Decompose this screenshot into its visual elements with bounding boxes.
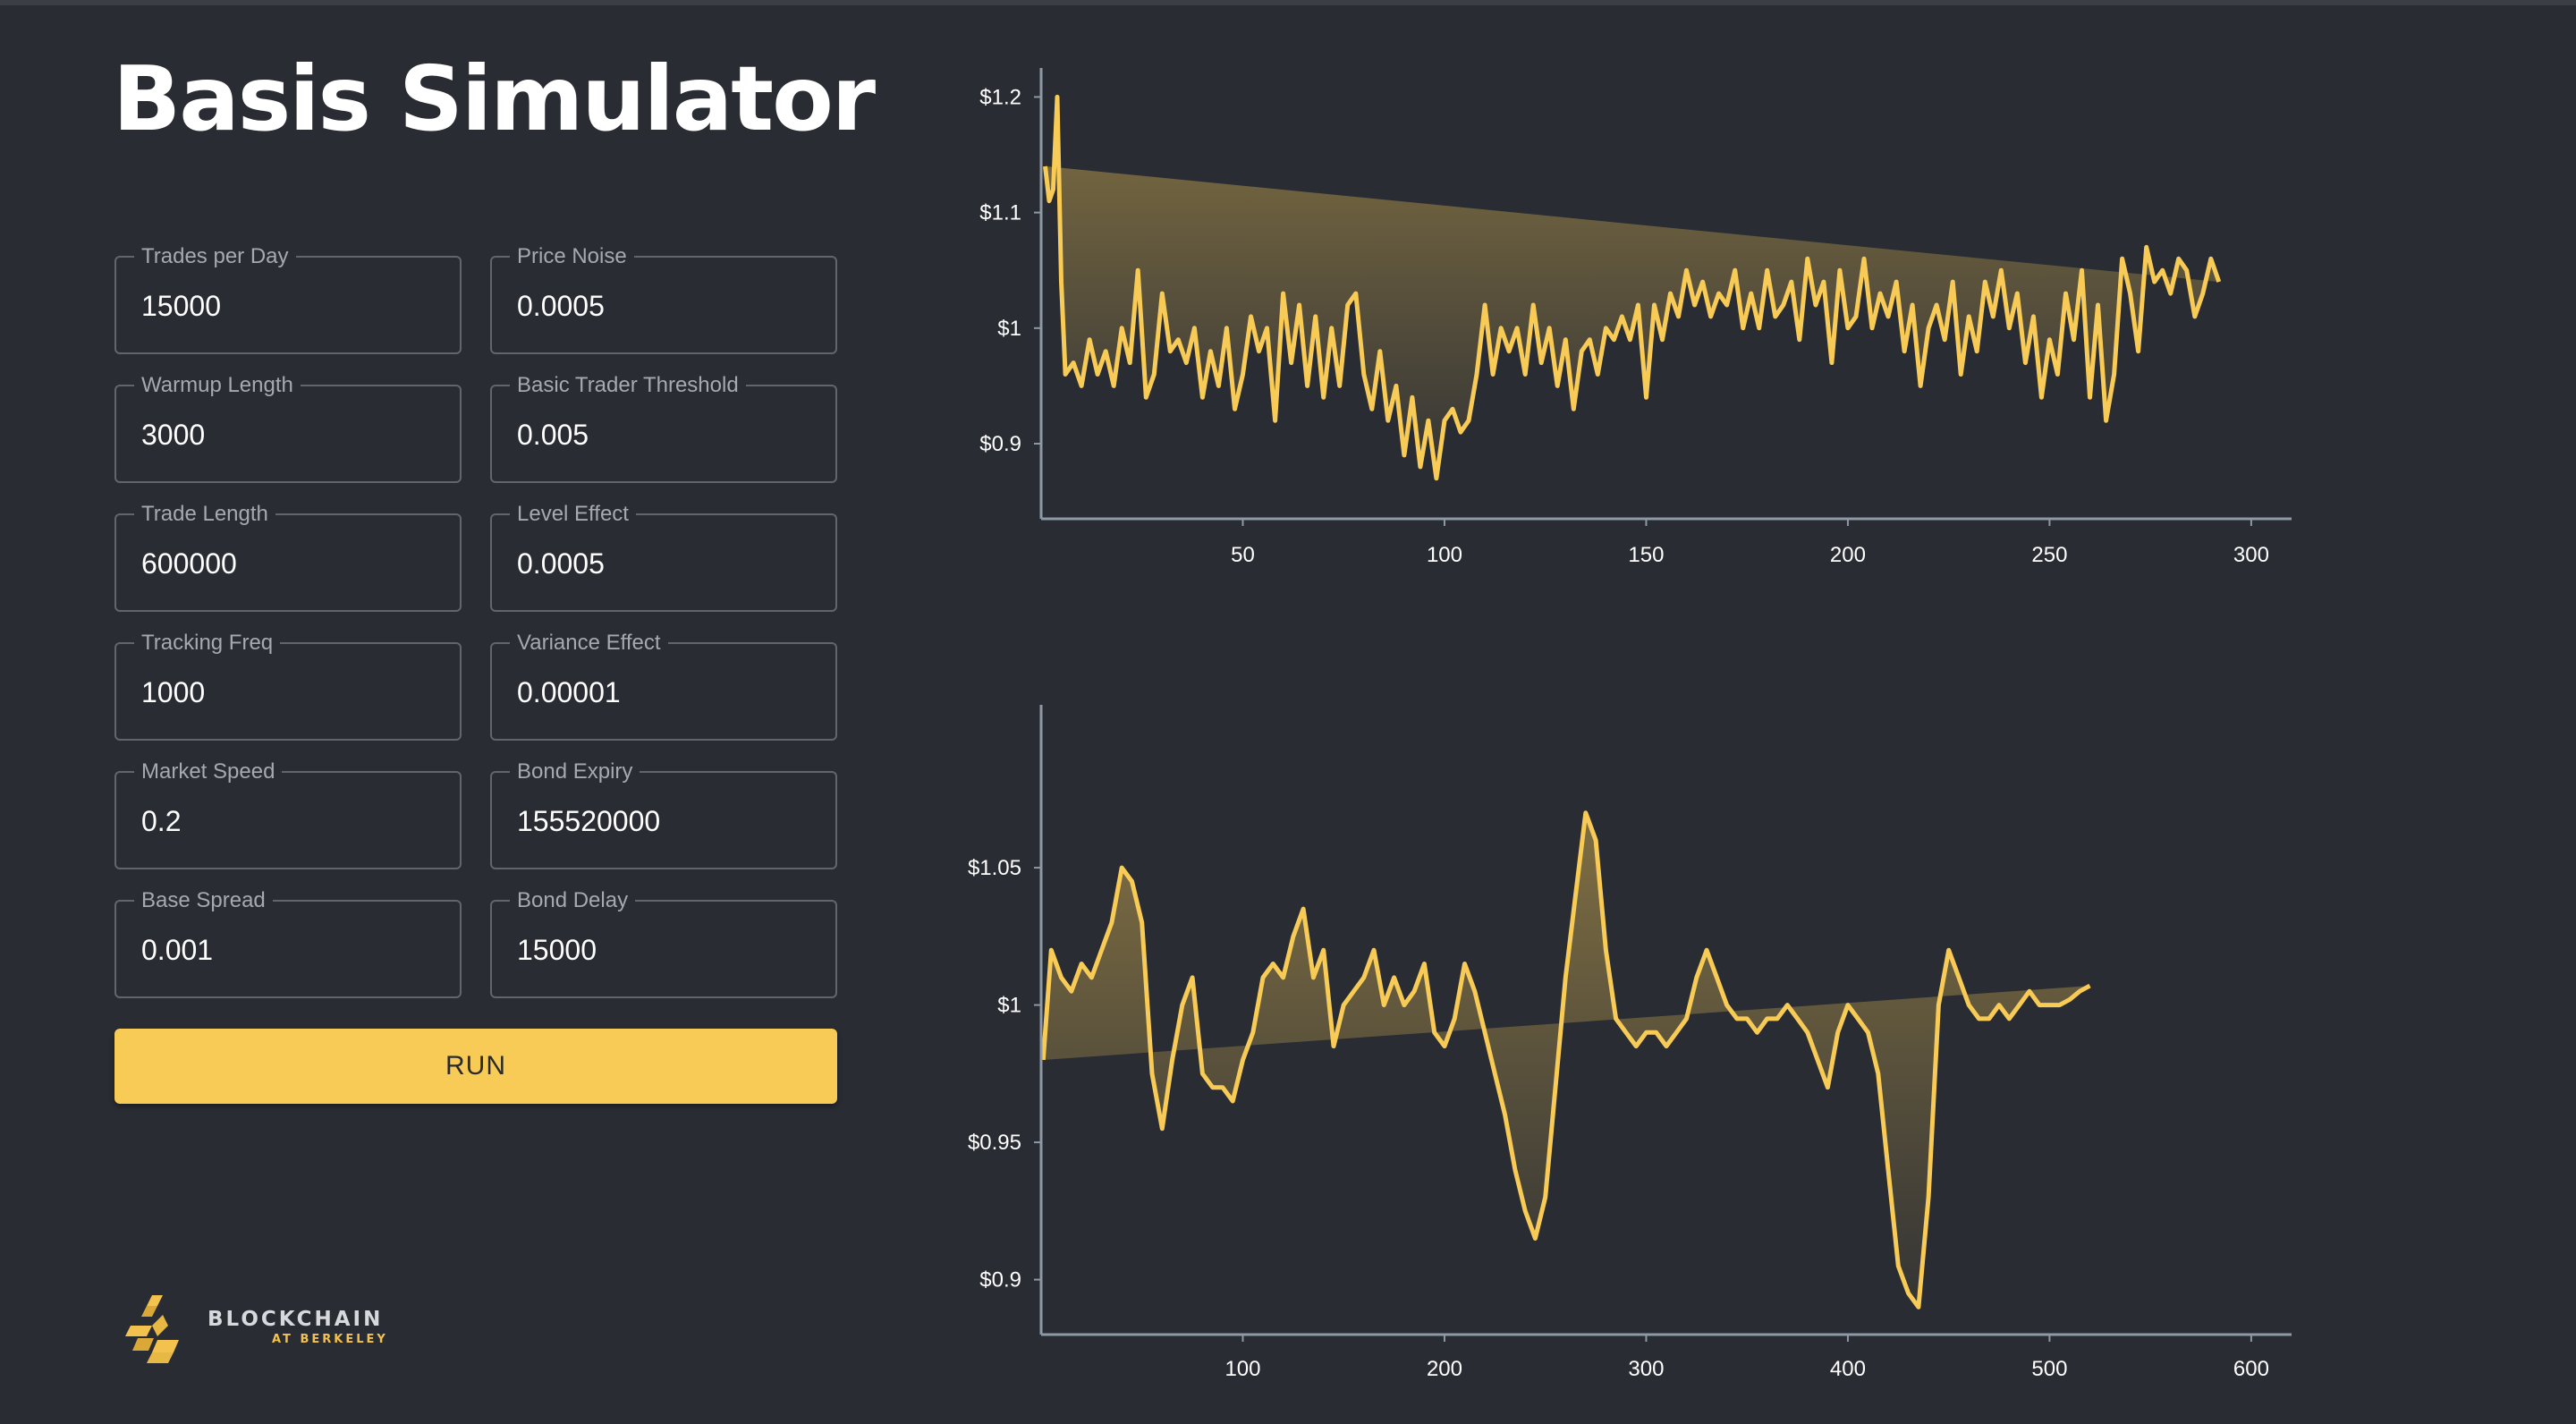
blockchain-at-berkeley-logo: BLOCKCHAIN AT BERKELEY [125, 1288, 394, 1369]
page-title: Basis Simulator [113, 47, 876, 151]
price-chart-bottom: 100 200 300 400 500 600 $0.9 $0.95 $1 $1.05 [968, 705, 2292, 1381]
tracking-freq-label: Tracking Freq [134, 631, 281, 656]
warmup-length-label: Warmup Length [134, 373, 301, 398]
base-spread-label: Base Spread [134, 888, 273, 913]
y-tick-label: $0.9 [979, 1268, 1021, 1293]
x-tick-label: 250 [2031, 543, 2067, 567]
y-tick-label: $1.2 [979, 85, 1021, 109]
y-tick-label: $0.95 [968, 1131, 1021, 1155]
run-button[interactable]: RUN [114, 1029, 837, 1104]
x-tick-label: 500 [2031, 1357, 2067, 1381]
price-noise-field[interactable]: Price Noise 0.0005 [490, 244, 837, 354]
area-fill [1045, 97, 2219, 479]
level-effect-label: Level Effect [510, 502, 636, 527]
market-speed-input[interactable]: 0.2 [141, 803, 181, 839]
trade-length-field[interactable]: Trade Length 600000 [114, 502, 462, 612]
market-speed-label: Market Speed [134, 759, 283, 784]
x-tick-label: 200 [1830, 543, 1866, 567]
hexagon-cubes-icon [125, 1295, 179, 1363]
price-noise-label: Price Noise [510, 244, 634, 269]
trade-length-label: Trade Length [134, 502, 275, 527]
logo-subtitle: AT BERKELEY [272, 1333, 388, 1346]
x-tick-label: 50 [1231, 543, 1255, 567]
bond-expiry-field[interactable]: Bond Expiry 155520000 [490, 759, 837, 869]
basic-trader-threshold-field[interactable]: Basic Trader Threshold 0.005 [490, 373, 837, 483]
tracking-freq-field[interactable]: Tracking Freq 1000 [114, 631, 462, 741]
y-tick-label: $1 [997, 994, 1021, 1018]
variance-effect-input[interactable]: 0.00001 [517, 674, 621, 710]
y-tick-label: $0.9 [979, 432, 1021, 456]
x-tick-label: 100 [1427, 543, 1462, 567]
level-effect-input[interactable]: 0.0005 [517, 546, 605, 581]
variance-effect-field[interactable]: Variance Effect 0.00001 [490, 631, 837, 741]
x-tick-label: 200 [1427, 1357, 1462, 1381]
window-top-bar [0, 0, 2576, 5]
trade-length-input[interactable]: 600000 [141, 546, 237, 581]
y-tick-label: $1.1 [979, 201, 1021, 225]
trades-per-day-field[interactable]: Trades per Day 15000 [114, 244, 462, 354]
x-tick-label: 300 [2233, 543, 2269, 567]
bond-expiry-input[interactable]: 155520000 [517, 803, 660, 839]
x-tick-label: 300 [1628, 1357, 1664, 1381]
market-speed-field[interactable]: Market Speed 0.2 [114, 759, 462, 869]
warmup-length-field[interactable]: Warmup Length 3000 [114, 373, 462, 483]
trades-per-day-input[interactable]: 15000 [141, 288, 221, 324]
bond-delay-label: Bond Delay [510, 888, 636, 913]
level-effect-field[interactable]: Level Effect 0.0005 [490, 502, 837, 612]
x-tick-label: 400 [1830, 1357, 1866, 1381]
trades-per-day-label: Trades per Day [134, 244, 296, 269]
price-chart-top: 50 100 150 200 250 300 $0.9 $1 $1.1 $1.2 [979, 68, 2292, 567]
price-noise-input[interactable]: 0.0005 [517, 288, 605, 324]
basic-trader-threshold-input[interactable]: 0.005 [517, 417, 589, 453]
bond-delay-input[interactable]: 15000 [517, 932, 597, 968]
base-spread-field[interactable]: Base Spread 0.001 [114, 888, 462, 998]
tracking-freq-input[interactable]: 1000 [141, 674, 205, 710]
x-tick-label: 600 [2233, 1357, 2269, 1381]
bond-delay-field[interactable]: Bond Delay 15000 [490, 888, 837, 998]
y-tick-label: $1 [997, 317, 1021, 341]
x-tick-label: 150 [1628, 543, 1664, 567]
logo-wordmark: BLOCKCHAIN [208, 1308, 384, 1331]
warmup-length-input[interactable]: 3000 [141, 417, 205, 453]
variance-effect-label: Variance Effect [510, 631, 668, 656]
x-tick-label: 100 [1224, 1357, 1260, 1381]
y-tick-label: $1.05 [968, 856, 1021, 880]
basic-trader-threshold-label: Basic Trader Threshold [510, 373, 746, 398]
base-spread-input[interactable]: 0.001 [141, 932, 213, 968]
bond-expiry-label: Bond Expiry [510, 759, 640, 784]
